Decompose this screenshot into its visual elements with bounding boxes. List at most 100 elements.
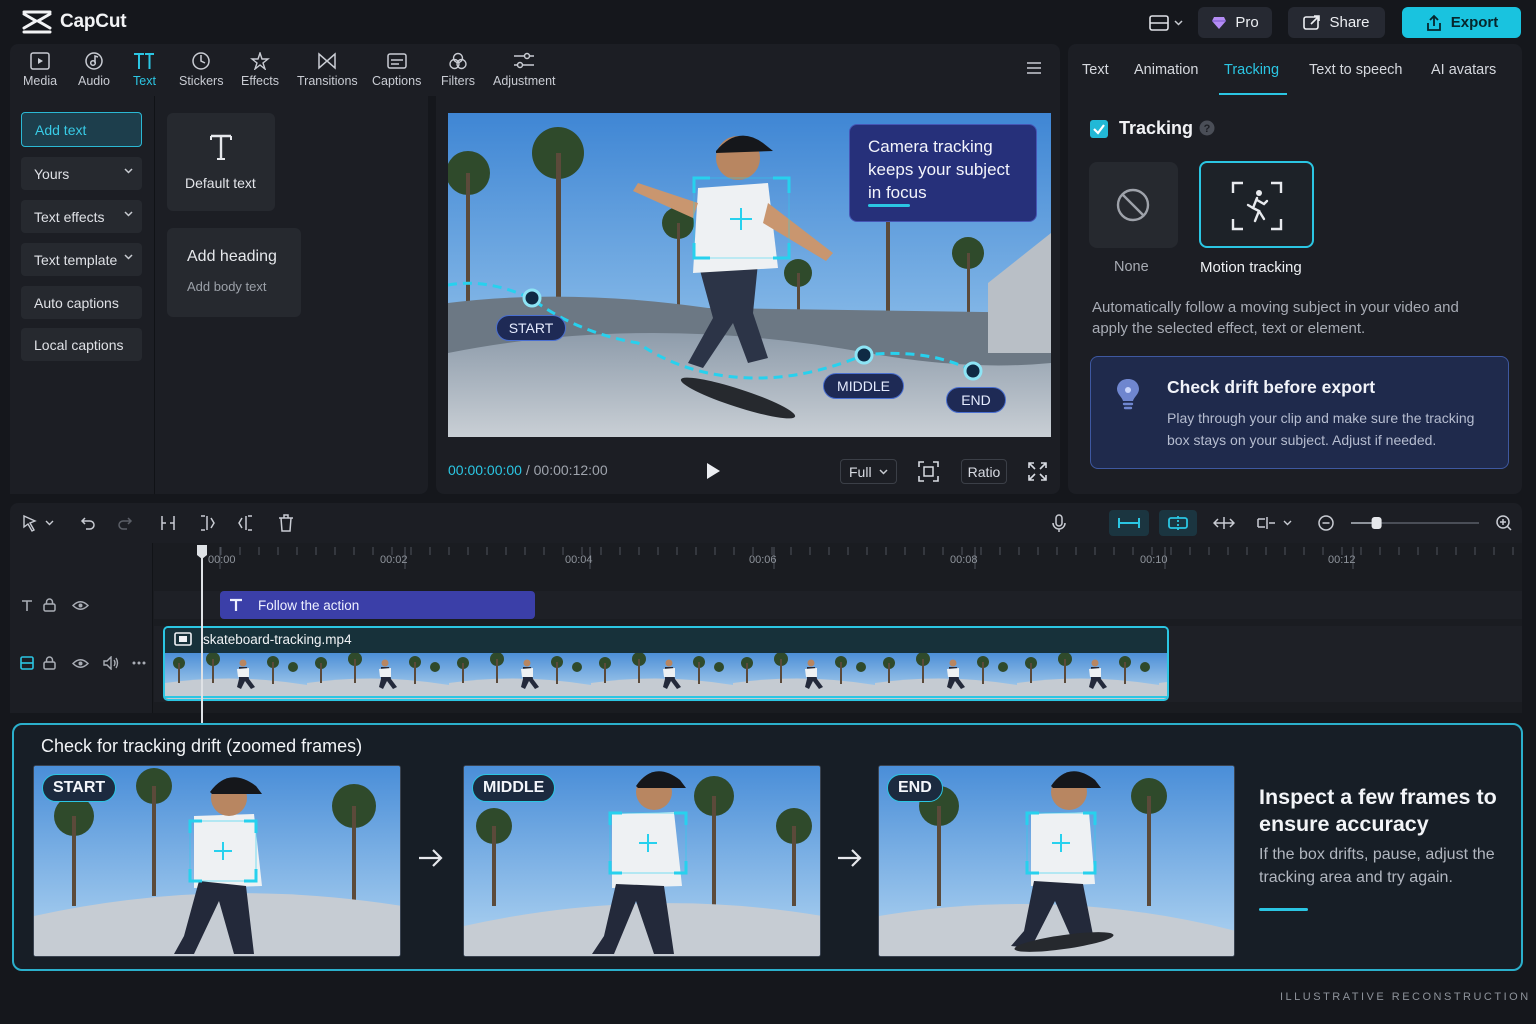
pro-label: Pro <box>1235 14 1259 31</box>
effects-icon <box>249 52 270 70</box>
default-text-card[interactable]: Default text <box>167 113 275 211</box>
tick-label: 00:10 <box>1140 554 1168 566</box>
tool-stickers[interactable]: Stickers <box>179 52 223 88</box>
frame-label-middle: MIDDLE <box>472 774 556 802</box>
zoom-in-icon[interactable] <box>1496 515 1512 531</box>
auto-captions-button[interactable]: Auto captions <box>21 286 142 319</box>
pro-button[interactable]: Pro <box>1198 7 1272 38</box>
lock-icon[interactable] <box>43 656 56 670</box>
timeline-zoom-slider[interactable] <box>1350 514 1480 532</box>
local-captions-button[interactable]: Local captions <box>21 328 142 361</box>
zoom-out-icon[interactable] <box>1318 515 1334 531</box>
chevron-down-icon <box>124 211 133 217</box>
transitions-icon <box>318 52 337 70</box>
preview-axis-icon[interactable] <box>1213 516 1235 530</box>
yours-dropdown[interactable]: Yours <box>21 157 142 190</box>
track-headers <box>10 543 153 713</box>
tracking-option-motion[interactable] <box>1199 161 1314 248</box>
snap-toggle[interactable] <box>1109 510 1149 536</box>
heading-card[interactable]: Add heading Add body text <box>167 228 301 317</box>
active-tab-indicator <box>1219 93 1287 95</box>
tab-tracking[interactable]: Tracking <box>1224 62 1279 78</box>
tool-audio[interactable]: Audio <box>78 52 110 88</box>
text-track-icon <box>22 600 32 611</box>
chevron-down-icon <box>879 468 888 475</box>
tab-ai-avatars[interactable]: AI avatars <box>1431 62 1496 78</box>
ratio-button[interactable]: Ratio <box>961 459 1007 484</box>
layout-button[interactable] <box>1140 7 1192 38</box>
share-button[interactable]: Share <box>1288 7 1385 38</box>
main-track-icon <box>20 656 34 670</box>
layout-icon <box>1149 14 1169 31</box>
playhead-handle[interactable] <box>196 544 208 560</box>
tool-effects[interactable]: Effects <box>241 52 279 88</box>
redo-icon[interactable] <box>117 515 133 531</box>
microphone-icon[interactable] <box>1052 514 1066 533</box>
tool-captions[interactable]: Captions <box>372 52 421 88</box>
arrow-right-icon <box>419 849 443 867</box>
tool-label: Transitions <box>297 74 358 88</box>
play-icon[interactable] <box>705 462 721 480</box>
text-effects-dropdown[interactable]: Text effects <box>21 200 142 233</box>
diamond-icon <box>1212 16 1227 29</box>
tool-label: Filters <box>441 74 476 88</box>
split-left-icon[interactable] <box>198 515 216 531</box>
tab-animation[interactable]: Animation <box>1134 62 1198 78</box>
volume-icon[interactable] <box>103 656 120 670</box>
lightbulb-icon <box>1117 379 1139 410</box>
link-toggle[interactable] <box>1159 510 1197 536</box>
split-right-icon[interactable] <box>237 515 255 531</box>
drift-panel-title: Check for tracking drift (zoomed frames) <box>41 736 362 757</box>
zoomed-frame-end[interactable]: END <box>878 765 1235 957</box>
tool-label: Effects <box>241 74 279 88</box>
lock-icon[interactable] <box>43 598 56 612</box>
timeline-ruler[interactable] <box>154 543 1522 583</box>
total-time: 00:00:12:00 <box>533 462 608 478</box>
tool-label: Audio <box>78 74 110 88</box>
zoomed-frame-middle[interactable]: MIDDLE <box>463 765 821 957</box>
add-text-button[interactable]: Add text <box>21 112 142 147</box>
split-icon[interactable] <box>159 515 177 531</box>
tab-text[interactable]: Text <box>1082 62 1109 78</box>
split-audio-icon[interactable] <box>1257 516 1295 530</box>
tab-text-to-speech[interactable]: Text to speech <box>1309 62 1403 78</box>
video-clip-label: skateboard-tracking.mp4 <box>203 632 352 647</box>
chevron-down-icon <box>124 254 133 260</box>
tracking-option-none[interactable] <box>1089 162 1178 248</box>
export-button[interactable]: Export <box>1402 7 1521 38</box>
menu-icon[interactable] <box>1026 60 1042 76</box>
crop-icon[interactable] <box>918 461 939 482</box>
text-template-dropdown[interactable]: Text template <box>21 243 142 276</box>
zoom-slider-knob[interactable] <box>1371 517 1382 529</box>
eye-icon[interactable] <box>72 658 89 669</box>
tool-transitions[interactable]: Transitions <box>297 52 358 88</box>
text-clip-label: Follow the action <box>258 598 360 613</box>
tick-label: 00:04 <box>565 554 593 566</box>
undo-icon[interactable] <box>80 515 96 531</box>
drift-title-main: Check for tracking drift <box>41 736 222 756</box>
auto-captions-label: Auto captions <box>34 294 119 311</box>
delete-icon[interactable] <box>278 514 294 532</box>
tool-filters[interactable]: Filters <box>441 52 475 88</box>
tick-label: 00:02 <box>380 554 408 566</box>
heading-label: Add heading <box>187 248 277 265</box>
more-options-icon[interactable] <box>132 661 146 665</box>
motion-tracking-icon <box>1231 181 1283 231</box>
playhead[interactable] <box>201 548 203 724</box>
fullscreen-icon[interactable] <box>1028 462 1047 481</box>
share-icon <box>1303 14 1321 30</box>
inspect-title: Inspect a few frames to ensure accuracy <box>1259 785 1497 836</box>
help-icon[interactable]: ? <box>1199 120 1215 136</box>
tool-media[interactable]: Media <box>23 52 57 88</box>
drift-title-sub: (zoomed frames) <box>226 736 363 756</box>
tool-text[interactable]: Text <box>133 52 156 88</box>
zoomed-frame-start[interactable]: START <box>33 765 401 957</box>
export-icon <box>1426 14 1441 31</box>
select-tool-icon[interactable] <box>22 514 56 532</box>
tracking-checkbox[interactable] <box>1090 120 1108 138</box>
tool-adjustment[interactable]: Adjustment <box>493 52 556 88</box>
eye-icon[interactable] <box>72 600 89 611</box>
tick-label: 00:00 <box>208 554 236 566</box>
zoom-dropdown[interactable]: Full <box>840 459 897 484</box>
start-marker-label: START <box>496 315 566 341</box>
